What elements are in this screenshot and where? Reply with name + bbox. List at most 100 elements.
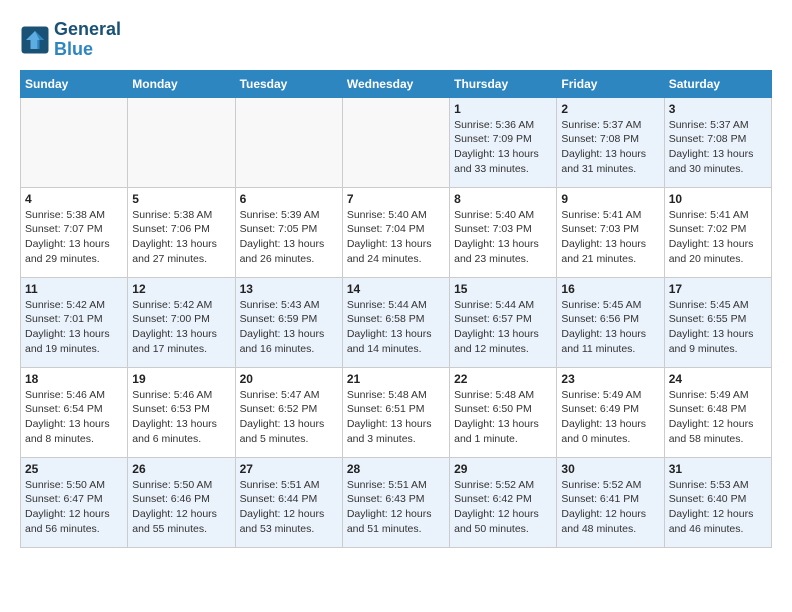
calendar-day-cell: 4Sunrise: 5:38 AM Sunset: 7:07 PM Daylig…: [21, 187, 128, 277]
page-header: General Blue: [20, 20, 772, 60]
calendar-day-cell: [128, 97, 235, 187]
calendar-table: SundayMondayTuesdayWednesdayThursdayFrid…: [20, 70, 772, 548]
calendar-day-cell: 29 Sunrise: 5:52 AM Sunset: 6:42 PM Dayli…: [450, 457, 557, 547]
day-number: 29: [454, 462, 552, 476]
day-info: Sunrise: 5:48 AM Sunset: 6:50 PM Dayligh…: [454, 388, 552, 447]
day-info: Sunrise: 5:41 AM Sunset: 7:03 PM Dayligh…: [561, 208, 659, 267]
day-info: Sunrise: 5:40 AM Sunset: 7:03 PM Dayligh…: [454, 208, 552, 267]
day-info: Sunrise: 5:52 AM Sunset: 6:41 PM Dayligh…: [561, 478, 659, 537]
calendar-day-cell: [235, 97, 342, 187]
calendar-day-cell: 18 Sunrise: 5:46 AM Sunset: 6:54 PM Dayli…: [21, 367, 128, 457]
calendar-day-cell: 9 Sunrise: 5:41 AM Sunset: 7:03 PM Daylig…: [557, 187, 664, 277]
calendar-day-cell: 31 Sunrise: 5:53 AM Sunset: 6:40 PM Dayli…: [664, 457, 771, 547]
day-number: 12: [132, 282, 230, 296]
calendar-day-cell: 26 Sunrise: 5:50 AM Sunset: 6:46 PM Dayli…: [128, 457, 235, 547]
day-number: 6: [240, 192, 338, 206]
day-info: Sunrise: 5:42 AM Sunset: 7:00 PM Dayligh…: [132, 298, 230, 357]
calendar-day-cell: 1 Sunrise: 5:36 AM Sunset: 7:09 PM Daylig…: [450, 97, 557, 187]
day-info: Sunrise: 5:46 AM Sunset: 6:53 PM Dayligh…: [132, 388, 230, 447]
day-number: 11: [25, 282, 123, 296]
day-number: 5: [132, 192, 230, 206]
calendar-day-cell: 27 Sunrise: 5:51 AM Sunset: 6:44 PM Dayli…: [235, 457, 342, 547]
day-number: 7: [347, 192, 445, 206]
day-number: 27: [240, 462, 338, 476]
day-number: 20: [240, 372, 338, 386]
day-of-week-header: Sunday: [21, 70, 128, 97]
day-info: Sunrise: 5:51 AM Sunset: 6:44 PM Dayligh…: [240, 478, 338, 537]
day-number: 3: [669, 102, 767, 116]
calendar-day-cell: 8 Sunrise: 5:40 AM Sunset: 7:03 PM Daylig…: [450, 187, 557, 277]
day-number: 31: [669, 462, 767, 476]
day-number: 23: [561, 372, 659, 386]
calendar-week-row: 11 Sunrise: 5:42 AM Sunset: 7:01 PM Dayli…: [21, 277, 772, 367]
day-number: 16: [561, 282, 659, 296]
day-info: Sunrise: 5:45 AM Sunset: 6:55 PM Dayligh…: [669, 298, 767, 357]
day-info: Sunrise: 5:37 AM Sunset: 7:08 PM Dayligh…: [561, 118, 659, 177]
logo-icon: [20, 25, 50, 55]
day-info: Sunrise: 5:47 AM Sunset: 6:52 PM Dayligh…: [240, 388, 338, 447]
day-number: 10: [669, 192, 767, 206]
day-info: Sunrise: 5:44 AM Sunset: 6:57 PM Dayligh…: [454, 298, 552, 357]
day-info: Sunrise: 5:42 AM Sunset: 7:01 PM Dayligh…: [25, 298, 123, 357]
day-number: 2: [561, 102, 659, 116]
calendar-day-cell: 23 Sunrise: 5:49 AM Sunset: 6:49 PM Dayli…: [557, 367, 664, 457]
day-of-week-header: Monday: [128, 70, 235, 97]
day-info: Sunrise: 5:46 AM Sunset: 6:54 PM Dayligh…: [25, 388, 123, 447]
day-info: Sunrise: 5:44 AM Sunset: 6:58 PM Dayligh…: [347, 298, 445, 357]
day-number: 28: [347, 462, 445, 476]
day-number: 14: [347, 282, 445, 296]
calendar-week-row: 4Sunrise: 5:38 AM Sunset: 7:07 PM Daylig…: [21, 187, 772, 277]
calendar-day-cell: 15 Sunrise: 5:44 AM Sunset: 6:57 PM Dayli…: [450, 277, 557, 367]
calendar-day-cell: 24Sunrise: 5:49 AM Sunset: 6:48 PM Dayli…: [664, 367, 771, 457]
day-info: Sunrise: 5:50 AM Sunset: 6:46 PM Dayligh…: [132, 478, 230, 537]
calendar-day-cell: 20 Sunrise: 5:47 AM Sunset: 6:52 PM Dayli…: [235, 367, 342, 457]
calendar-day-cell: 12 Sunrise: 5:42 AM Sunset: 7:00 PM Dayli…: [128, 277, 235, 367]
calendar-day-cell: 6 Sunrise: 5:39 AM Sunset: 7:05 PM Daylig…: [235, 187, 342, 277]
calendar-day-cell: 14 Sunrise: 5:44 AM Sunset: 6:58 PM Dayli…: [342, 277, 449, 367]
calendar-day-cell: 25 Sunrise: 5:50 AM Sunset: 6:47 PM Dayli…: [21, 457, 128, 547]
calendar-day-cell: 7 Sunrise: 5:40 AM Sunset: 7:04 PM Daylig…: [342, 187, 449, 277]
day-info: Sunrise: 5:41 AM Sunset: 7:02 PM Dayligh…: [669, 208, 767, 267]
calendar-day-cell: 11 Sunrise: 5:42 AM Sunset: 7:01 PM Dayli…: [21, 277, 128, 367]
day-number: 15: [454, 282, 552, 296]
calendar-day-cell: 19Sunrise: 5:46 AM Sunset: 6:53 PM Dayli…: [128, 367, 235, 457]
calendar-day-cell: 13Sunrise: 5:43 AM Sunset: 6:59 PM Dayli…: [235, 277, 342, 367]
calendar-day-cell: 30Sunrise: 5:52 AM Sunset: 6:41 PM Dayli…: [557, 457, 664, 547]
day-info: Sunrise: 5:40 AM Sunset: 7:04 PM Dayligh…: [347, 208, 445, 267]
calendar-day-cell: 3 Sunrise: 5:37 AM Sunset: 7:08 PM Daylig…: [664, 97, 771, 187]
calendar-day-cell: 2 Sunrise: 5:37 AM Sunset: 7:08 PM Daylig…: [557, 97, 664, 187]
day-info: Sunrise: 5:36 AM Sunset: 7:09 PM Dayligh…: [454, 118, 552, 177]
calendar-day-cell: 16Sunrise: 5:45 AM Sunset: 6:56 PM Dayli…: [557, 277, 664, 367]
day-number: 22: [454, 372, 552, 386]
day-number: 13: [240, 282, 338, 296]
calendar-day-cell: 5 Sunrise: 5:38 AM Sunset: 7:06 PM Daylig…: [128, 187, 235, 277]
day-number: 17: [669, 282, 767, 296]
day-number: 8: [454, 192, 552, 206]
calendar-day-cell: [342, 97, 449, 187]
day-info: Sunrise: 5:49 AM Sunset: 6:49 PM Dayligh…: [561, 388, 659, 447]
day-number: 26: [132, 462, 230, 476]
day-of-week-header: Wednesday: [342, 70, 449, 97]
day-of-week-header: Friday: [557, 70, 664, 97]
day-info: Sunrise: 5:38 AM Sunset: 7:06 PM Dayligh…: [132, 208, 230, 267]
calendar-day-cell: 21Sunrise: 5:48 AM Sunset: 6:51 PM Dayli…: [342, 367, 449, 457]
day-number: 1: [454, 102, 552, 116]
calendar-header-row: SundayMondayTuesdayWednesdayThursdayFrid…: [21, 70, 772, 97]
day-number: 18: [25, 372, 123, 386]
day-info: Sunrise: 5:49 AM Sunset: 6:48 PM Dayligh…: [669, 388, 767, 447]
calendar-day-cell: 10 Sunrise: 5:41 AM Sunset: 7:02 PM Dayli…: [664, 187, 771, 277]
day-info: Sunrise: 5:52 AM Sunset: 6:42 PM Dayligh…: [454, 478, 552, 537]
day-number: 9: [561, 192, 659, 206]
day-info: Sunrise: 5:38 AM Sunset: 7:07 PM Dayligh…: [25, 208, 123, 267]
calendar-day-cell: 17 Sunrise: 5:45 AM Sunset: 6:55 PM Dayli…: [664, 277, 771, 367]
day-info: Sunrise: 5:39 AM Sunset: 7:05 PM Dayligh…: [240, 208, 338, 267]
day-number: 25: [25, 462, 123, 476]
calendar-week-row: 1 Sunrise: 5:36 AM Sunset: 7:09 PM Daylig…: [21, 97, 772, 187]
logo: General Blue: [20, 20, 121, 60]
day-info: Sunrise: 5:48 AM Sunset: 6:51 PM Dayligh…: [347, 388, 445, 447]
day-info: Sunrise: 5:50 AM Sunset: 6:47 PM Dayligh…: [25, 478, 123, 537]
calendar-day-cell: [21, 97, 128, 187]
day-info: Sunrise: 5:37 AM Sunset: 7:08 PM Dayligh…: [669, 118, 767, 177]
day-info: Sunrise: 5:53 AM Sunset: 6:40 PM Dayligh…: [669, 478, 767, 537]
calendar-day-cell: 28Sunrise: 5:51 AM Sunset: 6:43 PM Dayli…: [342, 457, 449, 547]
